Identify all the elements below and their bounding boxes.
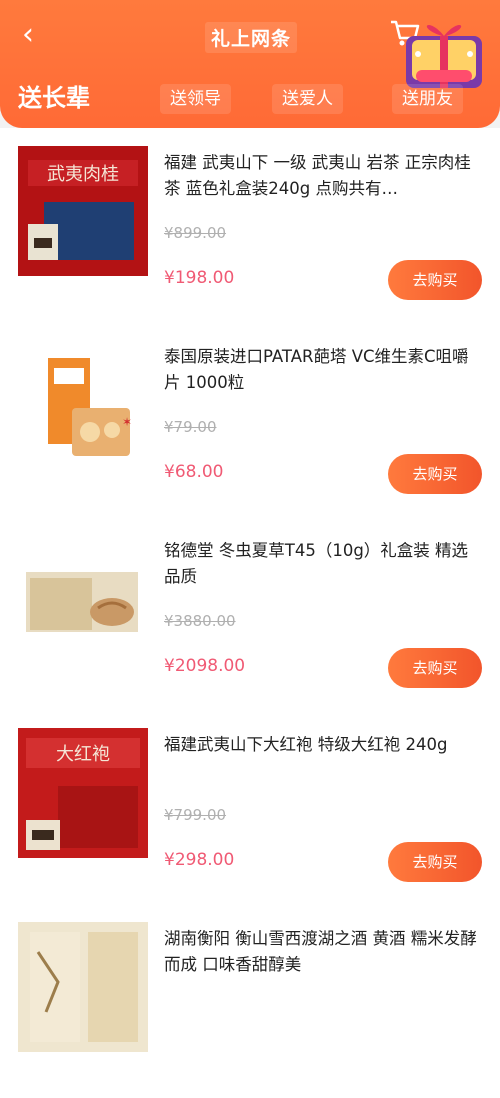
- list-item[interactable]: 大红袍 福建武夷山下大红袍 特级大红袍 240g ¥799.00 ¥298.00…: [0, 710, 500, 904]
- product-list: 武夷肉桂 福建 武夷山下 一级 武夷山 岩茶 正宗肉桂茶 蓝色礼盒装240g 点…: [0, 128, 500, 1098]
- red-robe-tea-box-image: 大红袍: [18, 728, 148, 858]
- sale-price: ¥68.00: [164, 462, 224, 482]
- buy-button[interactable]: 去购买: [388, 842, 482, 882]
- list-item[interactable]: 武夷肉桂 福建 武夷山下 一级 武夷山 岩茶 正宗肉桂茶 蓝色礼盒装240g 点…: [0, 128, 500, 322]
- sale-price: ¥298.00: [164, 850, 235, 870]
- buy-button[interactable]: 去购买: [388, 454, 482, 494]
- tab-spouse[interactable]: 送爱人: [272, 84, 343, 114]
- product-name[interactable]: 福建 武夷山下 一级 武夷山 岩茶 正宗肉桂茶 蓝色礼盒装240g 点购共有…: [164, 150, 482, 202]
- list-item[interactable]: 铭德堂 冬虫夏草T45（10g）礼盒装 精选品质 ¥3880.00 ¥2098.…: [0, 516, 500, 710]
- product-name[interactable]: 铭德堂 冬虫夏草T45（10g）礼盒装 精选品质: [164, 538, 482, 590]
- product-name[interactable]: 泰国原装进口PATAR葩塔 VC维生素C咀嚼片 1000粒: [164, 344, 482, 396]
- sale-price: ¥198.00: [164, 268, 235, 288]
- tab-elders[interactable]: 送长辈: [14, 80, 94, 116]
- list-item[interactable]: 湖南衡阳 衡山雪西渡湖之酒 黄酒 糯米发酵而成 口味香甜醇美: [0, 904, 500, 1098]
- tea-gift-box-blue-image: 武夷肉桂: [18, 146, 148, 276]
- sale-price: ¥2098.00: [164, 656, 246, 676]
- cordyceps-gift-box-image: [18, 534, 148, 664]
- buy-button[interactable]: 去购买: [388, 260, 482, 300]
- vitamin-box-image: ✶: [18, 340, 148, 470]
- original-price: ¥799.00: [164, 806, 227, 824]
- original-price: ¥3880.00: [164, 612, 236, 630]
- list-item[interactable]: ✶ 泰国原装进口PATAR葩塔 VC维生素C咀嚼片 1000粒 ¥79.00 ¥…: [0, 322, 500, 516]
- original-price: ¥899.00: [164, 224, 227, 242]
- back-chevron-icon[interactable]: ‹: [14, 18, 42, 54]
- rice-wine-box-image: [18, 922, 148, 1052]
- tab-friends[interactable]: 送朋友: [392, 84, 463, 114]
- svg-text:大红袍: 大红袍: [56, 744, 110, 765]
- original-price: ¥79.00: [164, 418, 217, 436]
- product-name[interactable]: 湖南衡阳 衡山雪西渡湖之酒 黄酒 糯米发酵而成 口味香甜醇美: [164, 926, 482, 978]
- header-bar: ‹ 礼上网条 送长辈 送领导 送爱人 送朋友: [0, 0, 500, 128]
- page-title: 礼上网条: [205, 22, 298, 53]
- svg-text:武夷肉桂: 武夷肉桂: [47, 164, 119, 185]
- buy-button[interactable]: 去购买: [388, 648, 482, 688]
- tab-leaders[interactable]: 送领导: [160, 84, 231, 114]
- svg-text:✶: ✶: [122, 415, 132, 429]
- product-name[interactable]: 福建武夷山下大红袍 特级大红袍 240g: [164, 732, 482, 758]
- category-tabs: 送长辈 送领导 送爱人 送朋友: [0, 78, 500, 122]
